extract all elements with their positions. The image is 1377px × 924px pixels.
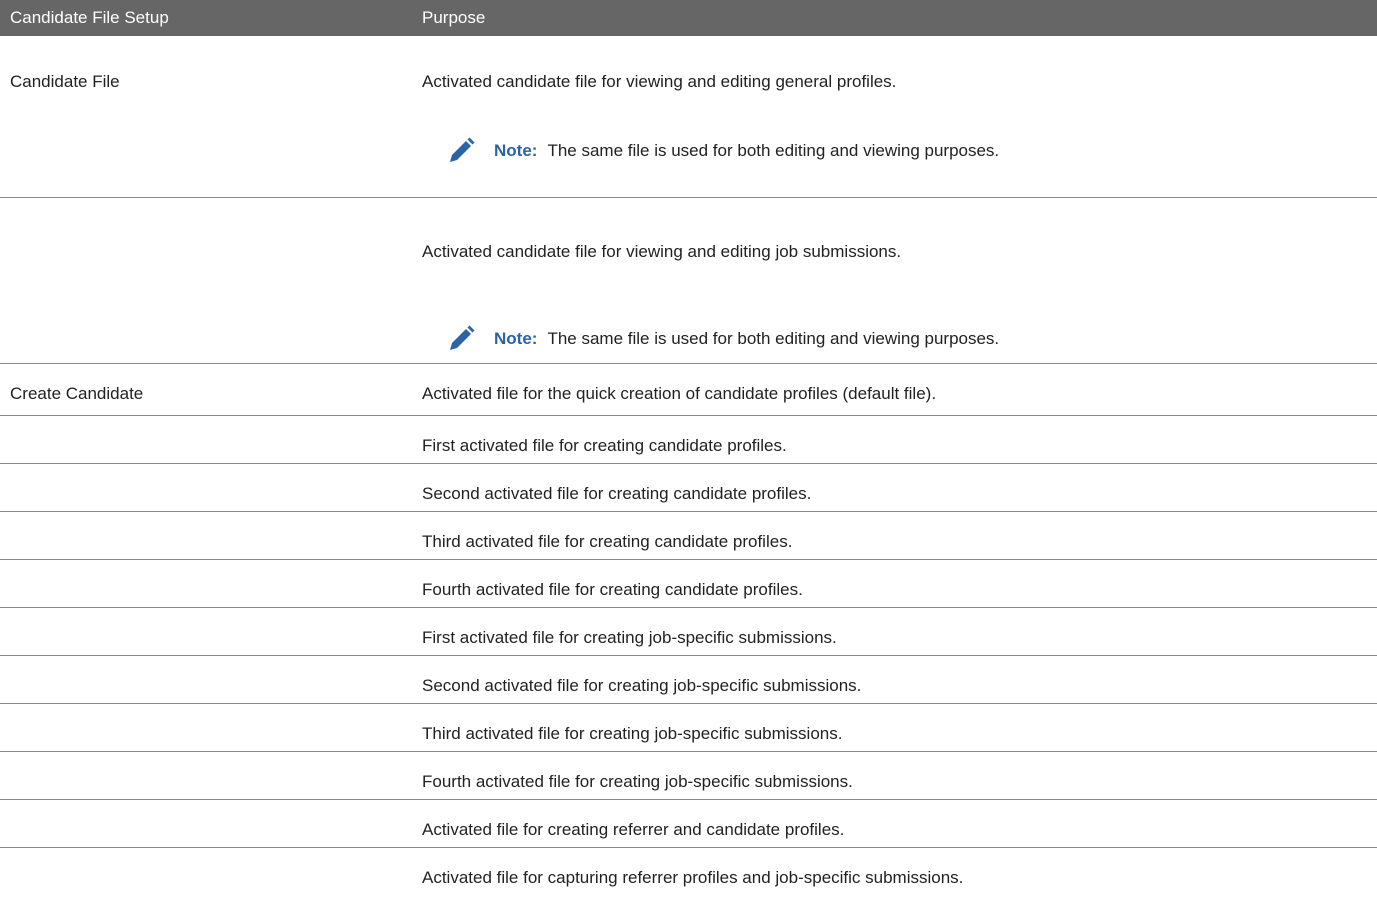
setup-cell: Create Candidate [10, 384, 144, 403]
setup-cell [0, 704, 412, 751]
note: Note: The same file is used for both edi… [446, 136, 1377, 166]
setup-cell [0, 608, 412, 655]
purpose-cell: Activated file for the quick creation of… [422, 384, 937, 403]
note-text: The same file is used for both editing a… [547, 329, 1000, 348]
pencil-icon [450, 325, 475, 350]
table-row: Activated candidate file for viewing and… [0, 198, 1377, 364]
table-row: Second activated file for creating job-s… [0, 656, 1377, 704]
table-row: Third activated file for creating job-sp… [0, 704, 1377, 752]
table-header: Candidate File Setup Purpose [0, 0, 1377, 36]
table-row: First activated file for creating candid… [0, 416, 1377, 464]
setup-cell [0, 416, 412, 463]
setup-cell [0, 800, 412, 847]
purpose-cell: Second activated file for creating candi… [422, 484, 812, 503]
purpose-cell: Activated file for capturing referrer pr… [422, 868, 964, 887]
pencil-icon [450, 137, 475, 162]
purpose-cell: Fourth activated file for creating job-s… [422, 772, 853, 791]
table-row: Candidate File Activated candidate file … [0, 36, 1377, 198]
table-row: Third activated file for creating candid… [0, 512, 1377, 560]
setup-cell [0, 656, 412, 703]
purpose-cell: Third activated file for creating job-sp… [422, 724, 843, 743]
purpose-cell: First activated file for creating candid… [422, 436, 787, 455]
table-row: Second activated file for creating candi… [0, 464, 1377, 512]
purpose-cell: Activated file for creating referrer and… [422, 820, 845, 839]
setup-cell [0, 464, 412, 511]
setup-cell [0, 512, 412, 559]
setup-cell [0, 848, 412, 896]
purpose-text: Activated candidate file for viewing and… [422, 72, 897, 91]
purpose-cell: Activated candidate file for viewing and… [412, 36, 1377, 197]
purpose-cell: Fourth activated file for creating candi… [422, 580, 803, 599]
purpose-cell: Activated candidate file for viewing and… [412, 198, 1377, 363]
table-row: First activated file for creating job-sp… [0, 608, 1377, 656]
table-row: Create Candidate Activated file for the … [0, 364, 1377, 416]
purpose-cell: Third activated file for creating candid… [422, 532, 793, 551]
setup-cell: Candidate File [10, 72, 120, 91]
setup-cell [0, 560, 412, 607]
table-row: Activated file for creating referrer and… [0, 800, 1377, 848]
table-row: Activated file for capturing referrer pr… [0, 848, 1377, 896]
setup-cell [0, 198, 412, 363]
purpose-cell: Second activated file for creating job-s… [422, 676, 862, 695]
table-row: Fourth activated file for creating candi… [0, 560, 1377, 608]
header-purpose: Purpose [422, 8, 486, 27]
purpose-text: Activated candidate file for viewing and… [422, 242, 902, 261]
note-label: Note: [494, 329, 538, 348]
note-text: The same file is used for both editing a… [547, 141, 1000, 160]
setup-cell [0, 752, 412, 799]
table-row: Fourth activated file for creating job-s… [0, 752, 1377, 800]
candidate-file-setup-table: Candidate File Setup Purpose Candidate F… [0, 0, 1377, 896]
note-label: Note: [494, 141, 538, 160]
note: Note: The same file is used for both edi… [446, 324, 1377, 354]
purpose-cell: First activated file for creating job-sp… [422, 628, 837, 647]
header-candidate-file-setup: Candidate File Setup [10, 8, 169, 27]
